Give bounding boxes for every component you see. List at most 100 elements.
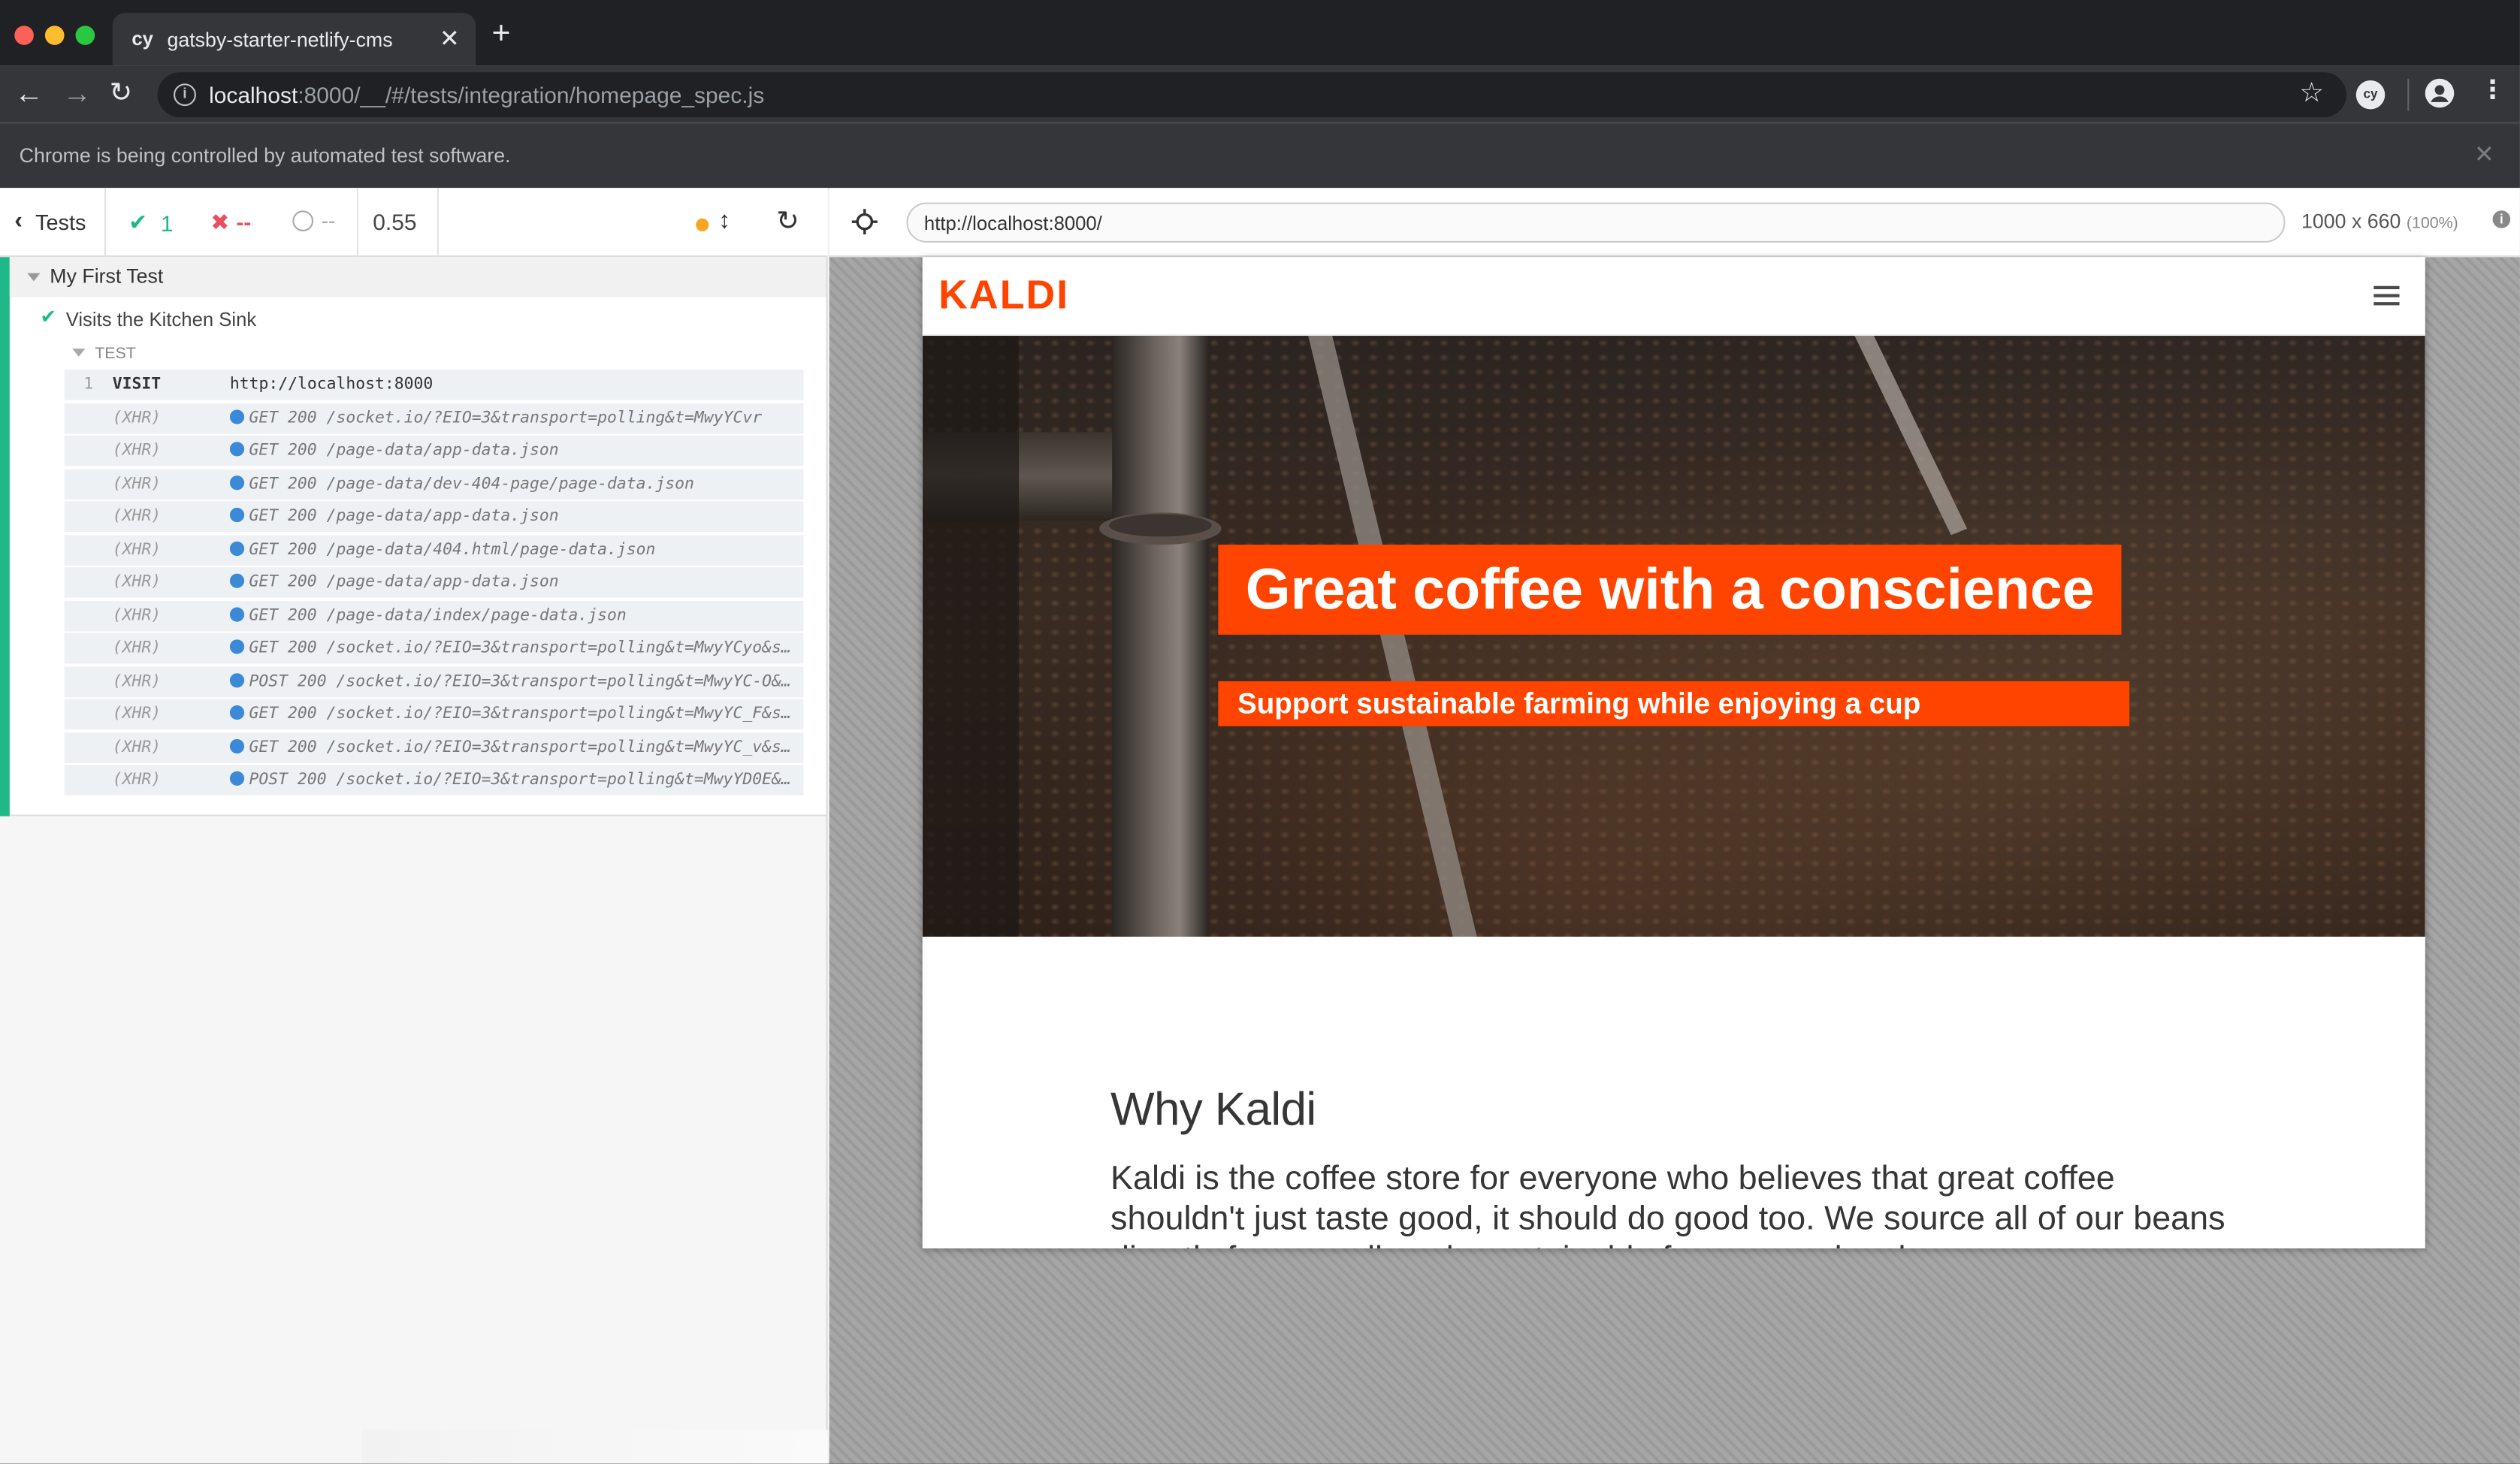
browser-tab-strip: cy gatsby-starter-netlify-cms ✕ + [0,0,2520,66]
automation-infobar: Chrome is being controlled by automated … [0,122,2520,189]
browser-tab[interactable]: cy gatsby-starter-netlify-cms ✕ [112,13,476,66]
test-title: Visits the Kitchen Sink [65,308,257,331]
new-tab-icon[interactable]: + [492,18,511,50]
command-row-xhr[interactable]: (XHR) GET 200 /socket.io/?EIO=3&transport… [64,632,804,666]
cypress-favicon-icon: cy [131,27,153,50]
xhr-status-dot-icon [229,606,245,621]
command-message-text: GET 200 /page-data/index/page-data.json [249,606,627,625]
command-row-xhr[interactable]: (XHR) GET 200 /page-data/dev-404-page/pag… [64,468,804,501]
reload-icon[interactable]: ↻ [109,77,131,110]
infobar-message: Chrome is being controlled by automated … [19,144,511,168]
command-name: (XHR) [112,672,162,690]
viewport-info-icon[interactable]: i [2492,210,2511,228]
command-name: (XHR) [112,639,162,657]
command-row-xhr[interactable]: (XHR) GET 200 /socket.io/?EIO=3&transport… [64,699,804,732]
command-name: (XHR) [112,738,162,756]
hero-banner: Great coffee with a conscience Support s… [922,336,2425,937]
command-row-xhr[interactable]: (XHR) GET 200 /socket.io/?EIO=3&transport… [64,732,804,765]
browser-toolbar: ← → ↻ i localhost:8000/__/#/tests/integr… [0,65,2520,122]
aut-url: http://localhost:8000/ [923,212,1102,235]
selector-playground-crosshair-icon[interactable] [851,209,878,243]
command-message: GET 200 /page-data/app-data.json [229,507,800,526]
command-row-xhr[interactable]: (XHR) GET 200 /page-data/app-data.json [64,435,804,468]
hook-collapse-caret-icon[interactable] [72,349,86,357]
suite-collapse-caret-icon[interactable] [27,273,41,282]
command-message: GET 200 /page-data/dev-404-page/page-dat… [229,475,800,493]
profile-avatar-icon[interactable] [2425,78,2455,108]
command-message: GET 200 /socket.io/?EIO=3&transport=poll… [229,738,801,756]
back-arrow-icon[interactable]: ← [14,77,44,110]
xhr-status-dot-icon [229,507,245,523]
duration: 0.55 [358,188,439,258]
forward-arrow-icon[interactable]: → [62,77,92,110]
toolbar-divider [2407,78,2410,111]
command-row-xhr[interactable]: (XHR) GET 200 /socket.io/?EIO=3&transport… [64,402,804,435]
command-row-xhr[interactable]: (XHR) POST 200 /socket.io/?EIO=3&transpor… [64,666,804,699]
tests-button[interactable]: ‹ Tests [0,188,107,258]
aut-url-bar[interactable]: http://localhost:8000/ [906,202,2286,243]
hook-header[interactable]: TEST [65,340,804,370]
passed-check-icon: ✔ [128,209,148,235]
xhr-status-dot-icon [229,573,245,588]
command-message: GET 200 /socket.io/?EIO=3&transport=poll… [229,639,801,657]
command-row-xhr[interactable]: (XHR) GET 200 /page-data/app-data.json [64,501,804,534]
kaldi-logo[interactable]: KALDI [938,273,1069,320]
app-iframe: KALDI Great coffee with a conscience Sup… [922,257,2425,1249]
runnable-list: My First Test ✔ Visits the Kitchen Sink … [0,257,826,817]
command-name: (XHR) [112,573,162,592]
test-passed-check-icon: ✔ [40,305,56,328]
command-message: GET 200 /page-data/index/page-data.json [229,606,800,625]
command-name: (XHR) [112,475,162,493]
aut-header: http://localhost:8000/ 1000 x 660 (100%)… [829,188,2520,258]
xhr-status-dot-icon [229,672,245,687]
cypress-extension-icon[interactable]: cy [2355,80,2386,110]
command-message-text: GET 200 /page-data/404.html/page-data.js… [249,540,656,559]
coffee-roaster-image [922,336,1968,937]
command-message-text: GET 200 /socket.io/?EIO=3&transport=poll… [249,738,801,756]
site-info-icon[interactable]: i [174,83,196,107]
passed-count: 1 [160,210,174,237]
command-message: POST 200 /socket.io/?EIO=3&transport=pol… [229,771,801,789]
maximize-window-button[interactable] [75,26,95,45]
suite-row[interactable]: My First Test [9,257,826,297]
command-message: GET 200 /page-data/app-data.json [229,573,800,592]
kebab-menu-icon[interactable]: ⋮ [2479,78,2505,104]
rerun-tests-icon[interactable]: ↻ [776,206,799,238]
command-message-text: POST 200 /socket.io/?EIO=3&transport=pol… [249,672,801,690]
passed-status-bar [0,257,10,817]
xhr-status-dot-icon [229,738,245,753]
command-message: GET 200 /socket.io/?EIO=3&transport=poll… [229,409,800,427]
address-url[interactable]: localhost:8000/__/#/tests/integration/ho… [209,82,764,107]
close-window-button[interactable] [14,26,34,45]
command-message-text: GET 200 /page-data/app-data.json [249,507,559,526]
xhr-status-dot-icon [229,409,245,424]
command-message-text: GET 200 /socket.io/?EIO=3&transport=poll… [249,639,801,657]
xhr-status-dot-icon [229,540,245,556]
viewport-size[interactable]: 1000 x 660 (100%) [2301,210,2458,233]
xhr-status-dot-icon [229,475,245,490]
failed-count: -- [236,209,252,235]
command-message-text: GET 200 /page-data/app-data.json [249,573,559,592]
command-row-xhr[interactable]: (XHR) GET 200 /page-data/app-data.json [64,567,804,599]
tab-title: gatsby-starter-netlify-cms [167,29,393,52]
command-name: VISIT [112,376,162,394]
pending-count: -- [321,209,336,234]
command-row-visit[interactable]: 1 VISIT http://localhost:8000 [64,369,804,402]
command-message-text: POST 200 /socket.io/?EIO=3&transport=pol… [249,771,801,789]
close-tab-icon[interactable]: ✕ [440,24,460,53]
command-name: (XHR) [112,705,162,723]
infobar-close-icon[interactable]: ✕ [2474,140,2494,168]
xhr-status-dot-icon [229,639,245,654]
minimize-window-button[interactable] [44,26,65,45]
bookmark-star-icon[interactable]: ☆ [2299,77,2324,110]
hamburger-menu-icon[interactable] [2373,285,2400,306]
address-bar[interactable]: i localhost:8000/__/#/tests/integration/… [157,72,2346,118]
command-row-xhr[interactable]: (XHR) GET 200 /page-data/404.html/page-da… [64,534,804,566]
command-name: (XHR) [112,409,162,427]
command-message: POST 200 /socket.io/?EIO=3&transport=pol… [229,672,801,690]
cypress-reporter: ‹ Tests ✔ 1 ✖ -- -- 0.55 ↕ ↻ My First Te… [0,188,828,1464]
test-row[interactable]: ✔ Visits the Kitchen Sink [10,299,826,337]
command-row-xhr[interactable]: (XHR) POST 200 /socket.io/?EIO=3&transpor… [64,765,804,797]
command-row-xhr[interactable]: (XHR) GET 200 /page-data/index/page-data.… [64,599,804,632]
auto-scroll-toggle-icon[interactable]: ↕ [718,207,730,234]
